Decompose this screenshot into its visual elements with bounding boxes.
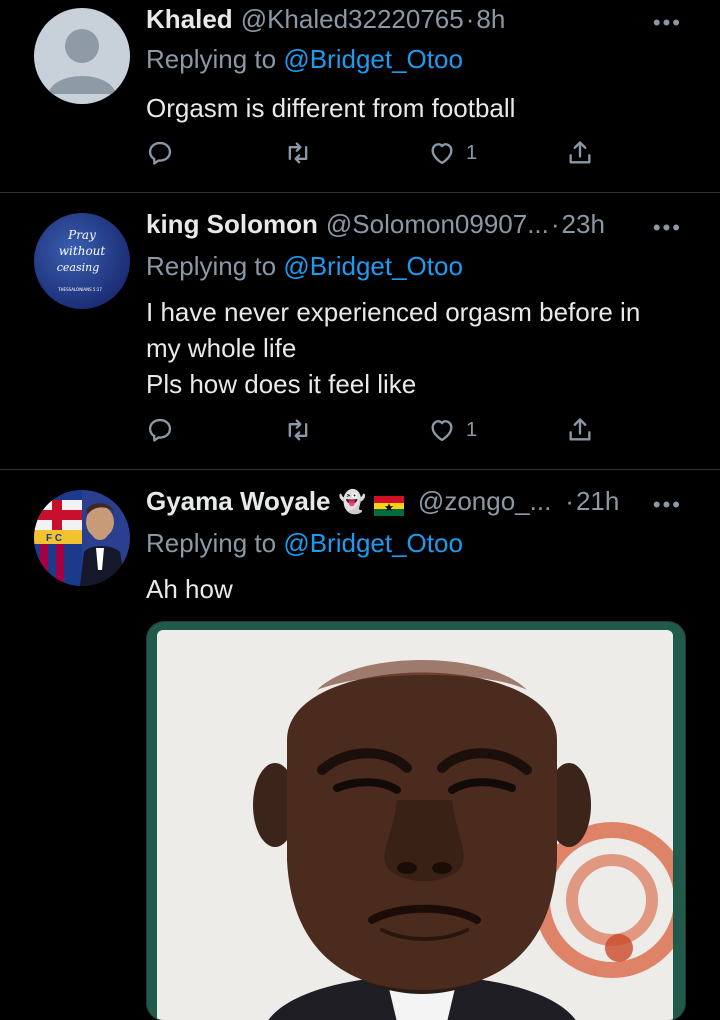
mention-link[interactable]: @Bridget_Otoo bbox=[283, 44, 463, 74]
display-name[interactable]: king Solomon bbox=[146, 209, 318, 240]
retweet-icon bbox=[288, 142, 308, 164]
like-icon bbox=[431, 143, 453, 165]
share-icon bbox=[569, 418, 591, 441]
more-icon[interactable]: ••• bbox=[653, 215, 682, 241]
tweet-header: Gyama Woyale 👻 @zongo_... · 21h bbox=[146, 486, 680, 517]
retweet-button[interactable] bbox=[284, 416, 312, 444]
tweet-media-image[interactable] bbox=[146, 621, 686, 1020]
replying-to: Replying to @Bridget_Otoo bbox=[146, 528, 463, 559]
retweet-button[interactable] bbox=[284, 139, 312, 167]
timestamp[interactable]: 23h bbox=[562, 209, 605, 240]
user-handle[interactable]: @zongo_... bbox=[418, 486, 551, 517]
ghost-emoji: 👻 bbox=[338, 488, 366, 514]
tweet-text: Orgasm is different from football bbox=[146, 90, 691, 126]
like-count: 1 bbox=[466, 418, 478, 441]
tweet-header: Khaled @Khaled32220765 · 8h bbox=[146, 4, 680, 35]
user-handle[interactable]: @Khaled32220765 bbox=[241, 4, 464, 35]
reply-button[interactable] bbox=[146, 416, 174, 444]
tweet-actions: 1 bbox=[146, 139, 606, 173]
user-handle[interactable]: @Solomon09907... bbox=[326, 209, 549, 240]
timestamp[interactable]: 21h bbox=[576, 486, 619, 517]
more-icon[interactable]: ••• bbox=[653, 492, 682, 518]
tweet-line: Orgasm is different from football bbox=[146, 93, 516, 123]
display-name[interactable]: Khaled bbox=[146, 4, 233, 35]
tweet-line: Ah how bbox=[146, 574, 233, 604]
separator-dot: · bbox=[565, 486, 574, 516]
mention-link[interactable]: @Bridget_Otoo bbox=[283, 251, 463, 281]
tweet-line: my whole life bbox=[146, 333, 297, 363]
tweet-line: Pls how does it feel like bbox=[146, 369, 417, 399]
share-button[interactable] bbox=[566, 139, 594, 167]
avatar[interactable]: Pray without ceasing THESSALONIANS 5:17 bbox=[34, 213, 130, 309]
mention-link[interactable]: @Bridget_Otoo bbox=[283, 528, 463, 558]
tweet-text: Ah how bbox=[146, 571, 691, 607]
share-icon bbox=[569, 141, 591, 164]
share-button[interactable] bbox=[566, 416, 594, 444]
avatar-text: ceasing bbox=[57, 261, 100, 274]
avatar[interactable] bbox=[34, 8, 130, 104]
display-name[interactable]: Gyama Woyale bbox=[146, 486, 331, 517]
replying-prefix: Replying to bbox=[146, 251, 284, 281]
more-icon[interactable]: ••• bbox=[653, 10, 682, 36]
like-button[interactable]: 1 bbox=[428, 139, 477, 167]
separator-dot: · bbox=[465, 4, 475, 34]
reply-icon bbox=[148, 141, 172, 165]
retweet-icon bbox=[288, 419, 308, 441]
avatar-text: Pray bbox=[67, 228, 96, 242]
tweet-line: I have never experienced orgasm before i… bbox=[146, 297, 641, 327]
avatar-text: F C bbox=[46, 533, 62, 544]
avatar[interactable]: F C bbox=[34, 490, 130, 586]
photo bbox=[157, 630, 673, 1020]
tweet-actions: 1 bbox=[146, 416, 606, 450]
replying-prefix: Replying to bbox=[146, 528, 284, 558]
default-profile-icon bbox=[48, 29, 116, 94]
reply-button[interactable] bbox=[146, 139, 174, 167]
replying-to: Replying to @Bridget_Otoo bbox=[146, 44, 463, 75]
avatar-text: THESSALONIANS 5:17 bbox=[57, 287, 102, 292]
tweet-header: king Solomon @Solomon09907... · 23h bbox=[146, 209, 680, 240]
tweet-1[interactable]: Khaled @Khaled32220765 · 8h ••• Replying… bbox=[0, 0, 720, 192]
avatar-text: without bbox=[59, 244, 106, 258]
tweet-text: I have never experienced orgasm before i… bbox=[146, 294, 691, 402]
replying-prefix: Replying to bbox=[146, 44, 284, 74]
timestamp[interactable]: 8h bbox=[476, 4, 505, 35]
separator-dot: · bbox=[550, 209, 560, 239]
reply-icon bbox=[148, 418, 172, 442]
replying-to: Replying to @Bridget_Otoo bbox=[146, 251, 463, 282]
like-icon bbox=[431, 420, 453, 442]
ghana-flag-icon bbox=[373, 492, 404, 516]
tweet-2[interactable]: Pray without ceasing THESSALONIANS 5:17 … bbox=[0, 193, 720, 469]
like-button[interactable]: 1 bbox=[428, 416, 477, 444]
like-count: 1 bbox=[466, 141, 478, 164]
